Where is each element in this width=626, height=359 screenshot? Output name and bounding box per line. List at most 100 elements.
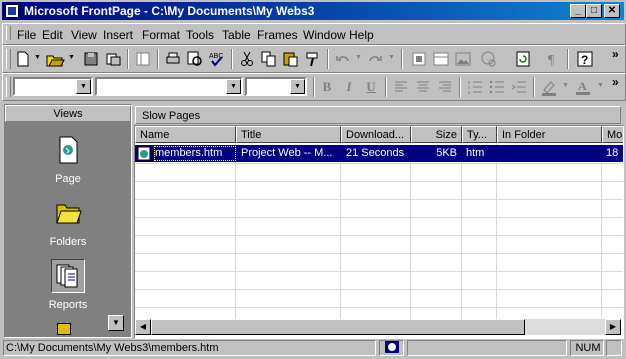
frontpage-app-icon[interactable] <box>5 4 19 18</box>
reports-icon <box>56 264 78 288</box>
preview-button[interactable] <box>185 49 205 69</box>
font-color-dropdown-arrow[interactable]: ▼ <box>597 82 604 89</box>
new-dropdown-arrow[interactable]: ▼ <box>34 54 41 61</box>
close-button[interactable]: ✕ <box>604 4 620 18</box>
insert-component-button[interactable] <box>409 49 429 69</box>
menu-insert[interactable]: Insert <box>103 28 133 42</box>
italic-icon[interactable]: I <box>339 77 359 97</box>
view-page[interactable] <box>5 135 131 165</box>
redo-dropdown-arrow[interactable]: ▼ <box>388 54 395 61</box>
font-combo[interactable]: ▼ <box>95 77 243 96</box>
menu-window[interactable]: Window <box>303 28 346 42</box>
maximize-button[interactable]: □ <box>586 4 602 18</box>
menu-view[interactable]: View <box>71 28 97 42</box>
menu-frames[interactable]: Frames <box>257 28 298 42</box>
view-reports[interactable] <box>5 259 131 293</box>
minimize-button[interactable]: _ <box>570 4 586 18</box>
help-button[interactable]: ? <box>575 49 595 69</box>
views-scroll-down-button[interactable]: ▼ <box>108 315 124 331</box>
refresh-icon <box>516 51 530 67</box>
align-left-icon <box>395 81 407 92</box>
new-page-icon <box>17 51 29 67</box>
row-modified: 18 <box>606 147 619 159</box>
menu-file[interactable]: File <box>17 28 36 42</box>
row-name[interactable]: members.htm <box>154 146 236 161</box>
highlight-dropdown-arrow[interactable]: ▼ <box>562 82 569 89</box>
font-color-button[interactable]: A <box>573 77 593 97</box>
open-button[interactable] <box>45 49 65 69</box>
page-view-icon <box>59 136 78 164</box>
grid-line <box>135 217 623 218</box>
col-header-in-folder[interactable]: In Folder <box>497 126 602 143</box>
col-header-size[interactable]: Size <box>411 126 462 143</box>
view-folders[interactable] <box>5 199 131 227</box>
refresh-button[interactable] <box>513 49 533 69</box>
undo-dropdown-arrow[interactable]: ▼ <box>355 54 362 61</box>
svg-text:?: ? <box>581 53 588 67</box>
insert-table-button[interactable] <box>431 49 451 69</box>
toolbar-more-chevron-icon[interactable]: » <box>612 75 619 89</box>
col-header-download[interactable]: Download... <box>341 126 411 143</box>
horizontal-scrollbar[interactable]: ◀ ▶ <box>135 319 621 335</box>
format-painter-button[interactable] <box>303 49 323 69</box>
paste-clipboard-icon <box>283 52 298 67</box>
cut-button[interactable] <box>237 49 257 69</box>
menu-format[interactable]: Format <box>142 28 180 42</box>
save-button[interactable] <box>81 49 101 69</box>
toolbar-grip[interactable] <box>6 77 11 97</box>
align-center-button[interactable] <box>413 77 433 97</box>
bullets-button[interactable] <box>487 77 507 97</box>
menubar-grip[interactable] <box>6 26 11 40</box>
standard-toolbar: ▼ ▼ ABC ▼ ▼ ¶ ? » <box>2 45 626 73</box>
numbering-button[interactable] <box>465 77 485 97</box>
open-dropdown-arrow[interactable]: ▼ <box>68 54 75 61</box>
scroll-thumb[interactable] <box>151 319 525 335</box>
style-combo[interactable]: ▼ <box>13 77 93 96</box>
resize-grip[interactable] <box>606 340 622 356</box>
menu-edit[interactable]: Edit <box>42 28 63 42</box>
style-dropdown-arrow[interactable]: ▼ <box>76 79 91 94</box>
paste-button[interactable] <box>281 49 301 69</box>
decrease-indent-button[interactable] <box>509 77 529 97</box>
show-all-button[interactable]: ¶ <box>543 49 563 69</box>
col-header-modified[interactable]: Mo <box>602 126 623 143</box>
table-row[interactable]: members.htm Project Web -- M... 21 Secon… <box>135 145 623 162</box>
undo-button[interactable] <box>333 49 353 69</box>
font-size-combo[interactable]: ▼ <box>245 77 307 96</box>
menu-tools[interactable]: Tools <box>186 28 214 42</box>
folder-list-button[interactable] <box>133 49 153 69</box>
underline-icon[interactable]: U <box>361 77 381 97</box>
publish-web-button[interactable] <box>103 49 123 69</box>
redo-button[interactable] <box>365 49 385 69</box>
align-right-button[interactable] <box>435 77 455 97</box>
highlight-color-button[interactable] <box>539 77 559 97</box>
col-header-type[interactable]: Ty... <box>462 126 497 143</box>
title-bar[interactable]: Microsoft FrontPage - C:\My Documents\My… <box>2 2 624 20</box>
new-page-button[interactable] <box>13 49 33 69</box>
publish-icon <box>106 53 121 66</box>
hyperlink-button[interactable] <box>479 49 499 69</box>
scroll-left-button[interactable]: ◀ <box>135 319 151 335</box>
toolbar-more-chevron-icon[interactable]: » <box>612 47 619 61</box>
col-header-name[interactable]: Name <box>135 126 236 143</box>
grid-line <box>461 143 462 319</box>
toolbar-grip[interactable] <box>6 49 11 69</box>
toolbar-separator <box>459 77 461 97</box>
scroll-right-button[interactable]: ▶ <box>605 319 621 335</box>
align-left-button[interactable] <box>391 77 411 97</box>
toolbar-separator <box>533 77 535 97</box>
print-button[interactable] <box>163 49 183 69</box>
insert-picture-button[interactable] <box>453 49 473 69</box>
report-list[interactable]: Name Title Download... Size Ty... In Fol… <box>134 125 624 339</box>
menu-help[interactable]: Help <box>349 28 374 42</box>
bold-icon[interactable]: B <box>317 77 337 97</box>
size-dropdown-arrow[interactable]: ▼ <box>290 79 305 94</box>
col-header-title[interactable]: Title <box>236 126 341 143</box>
picture-icon <box>455 52 471 66</box>
spelling-button[interactable]: ABC <box>207 49 227 69</box>
menu-table[interactable]: Table <box>222 28 251 42</box>
font-dropdown-arrow[interactable]: ▼ <box>226 79 241 94</box>
undo-arrow-icon <box>336 56 349 62</box>
align-center-icon <box>417 81 429 92</box>
copy-button[interactable] <box>259 49 279 69</box>
